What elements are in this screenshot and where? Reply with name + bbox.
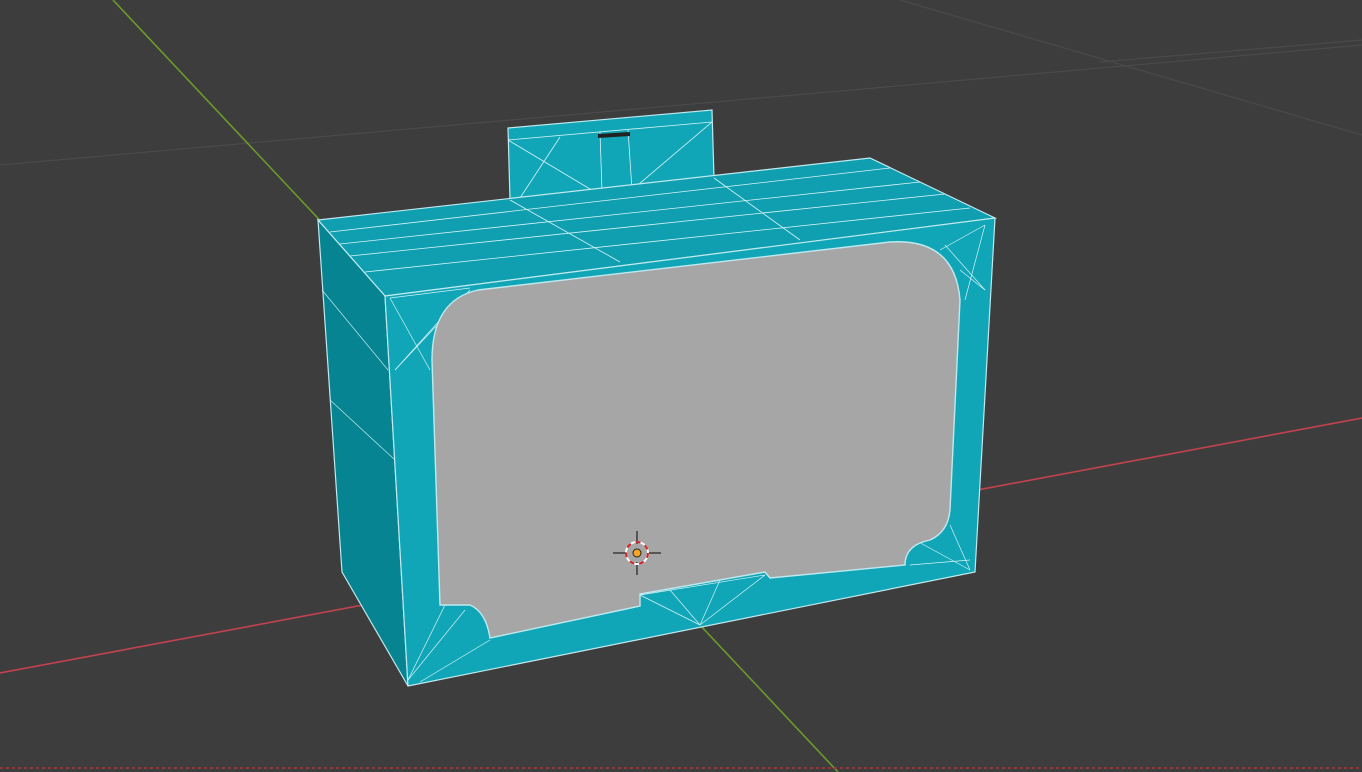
origin-dot — [632, 548, 642, 558]
mesh-object[interactable] — [316, 109, 998, 687]
viewport-canvas[interactable] — [0, 0, 1362, 772]
3d-viewport[interactable] — [0, 0, 1362, 772]
